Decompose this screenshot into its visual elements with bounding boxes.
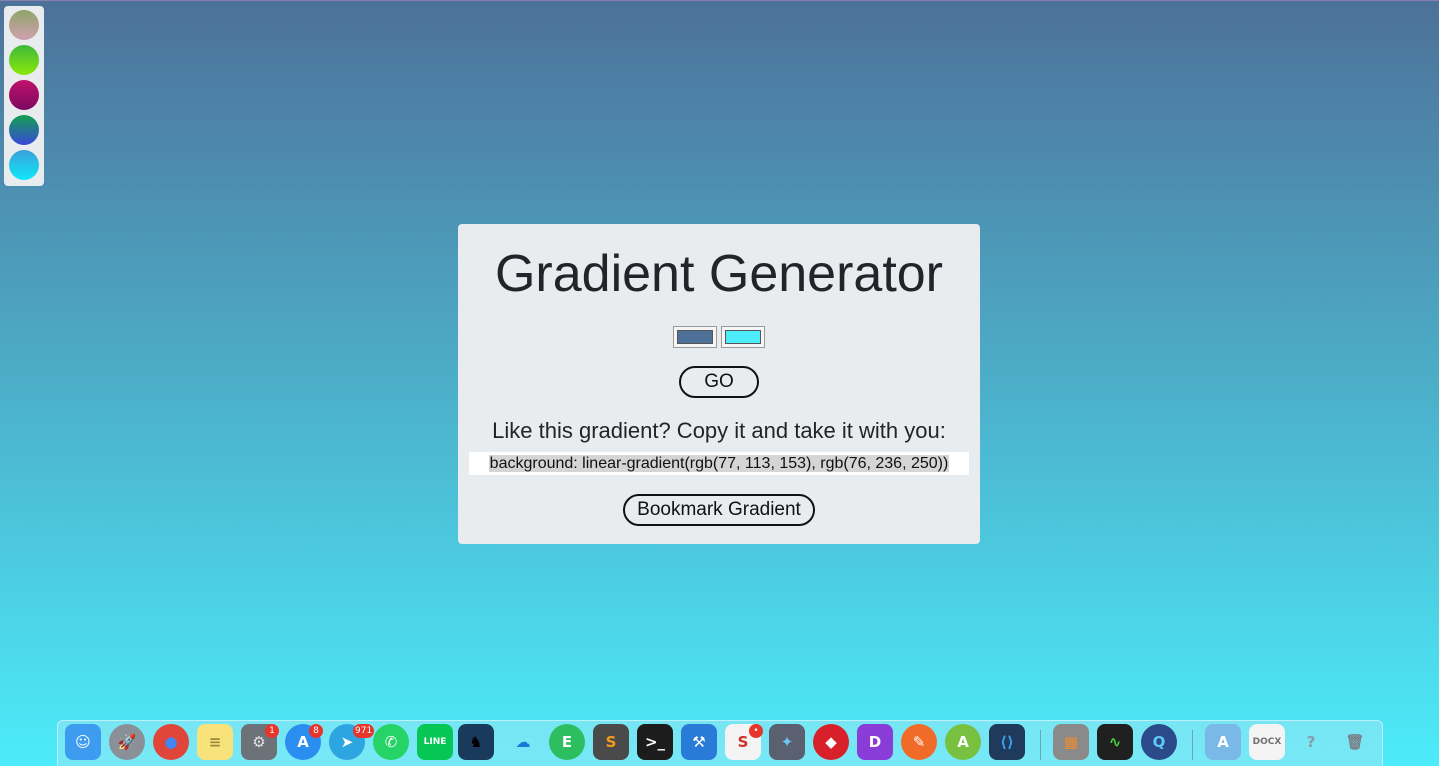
whatsapp-icon[interactable]: ✆	[373, 724, 409, 760]
help-icon[interactable]: ?	[1293, 724, 1329, 760]
page-title: Gradient Generator	[494, 245, 944, 303]
color-picker-2-fill	[725, 330, 761, 344]
dock-separator	[1192, 730, 1193, 760]
generator-card: Gradient Generator GO Like this gradient…	[458, 224, 980, 544]
bookmark-gradient-button[interactable]: Bookmark Gradient	[623, 494, 815, 526]
notification-badge: 1	[265, 724, 279, 738]
dock-separator	[1040, 730, 1041, 760]
copy-prompt: Like this gradient? Copy it and take it …	[492, 418, 946, 443]
vscode-icon[interactable]: ⟨⟩	[989, 724, 1025, 760]
sublime-text-icon[interactable]: S	[593, 724, 629, 760]
notification-badge: 971	[353, 724, 375, 738]
window-top-edge	[0, 0, 1439, 1]
xcode-icon[interactable]: ⚒	[681, 724, 717, 760]
kindle-icon[interactable]: ♞	[458, 724, 494, 760]
chrome-icon[interactable]: ●	[153, 724, 189, 760]
notification-badge: 8	[309, 724, 323, 738]
postman-icon[interactable]: ✎	[901, 724, 937, 760]
trash-icon[interactable]: 🗑	[1337, 724, 1373, 760]
bear-icon[interactable]: ◆	[813, 724, 849, 760]
activity-monitor-icon[interactable]: ∿	[1097, 724, 1133, 760]
go-button[interactable]: GO	[679, 366, 759, 398]
bookmark-swatch-4[interactable]	[9, 115, 39, 145]
bookmark-swatch-3[interactable]	[9, 80, 39, 110]
notification-badge: •	[749, 724, 763, 738]
quicktime-icon[interactable]: Q	[1141, 724, 1177, 760]
color-picker-2[interactable]	[721, 326, 765, 348]
color-picker-1[interactable]	[673, 326, 717, 348]
bookmark-swatch-5[interactable]	[9, 150, 39, 180]
color-picker-1-fill	[677, 330, 713, 344]
bookmark-swatch-2[interactable]	[9, 45, 39, 75]
line-icon[interactable]: LINE	[417, 724, 453, 760]
terminal-icon[interactable]: >_	[637, 724, 673, 760]
css-output-box[interactable]: background: linear-gradient(rgb(77, 113,…	[469, 452, 969, 475]
onedrive-icon[interactable]: ☁	[505, 724, 541, 760]
bookmarks-panel	[4, 6, 44, 186]
document-icon[interactable]: DOCX	[1249, 724, 1285, 760]
notes-icon[interactable]: ≡	[197, 724, 233, 760]
copilot-icon[interactable]: ✦	[769, 724, 805, 760]
android-studio-icon[interactable]: A	[945, 724, 981, 760]
applications-folder-icon[interactable]: A	[1205, 724, 1241, 760]
bookmark-swatch-1[interactable]	[9, 10, 39, 40]
css-output-text[interactable]: background: linear-gradient(rgb(77, 113,…	[488, 455, 950, 472]
finder-icon[interactable]: ☺	[65, 724, 101, 760]
evernote-icon[interactable]: E	[549, 724, 585, 760]
deskpad-icon[interactable]: D	[857, 724, 893, 760]
calculator-icon[interactable]: ▦	[1053, 724, 1089, 760]
launchpad-icon[interactable]: 🚀	[109, 724, 145, 760]
